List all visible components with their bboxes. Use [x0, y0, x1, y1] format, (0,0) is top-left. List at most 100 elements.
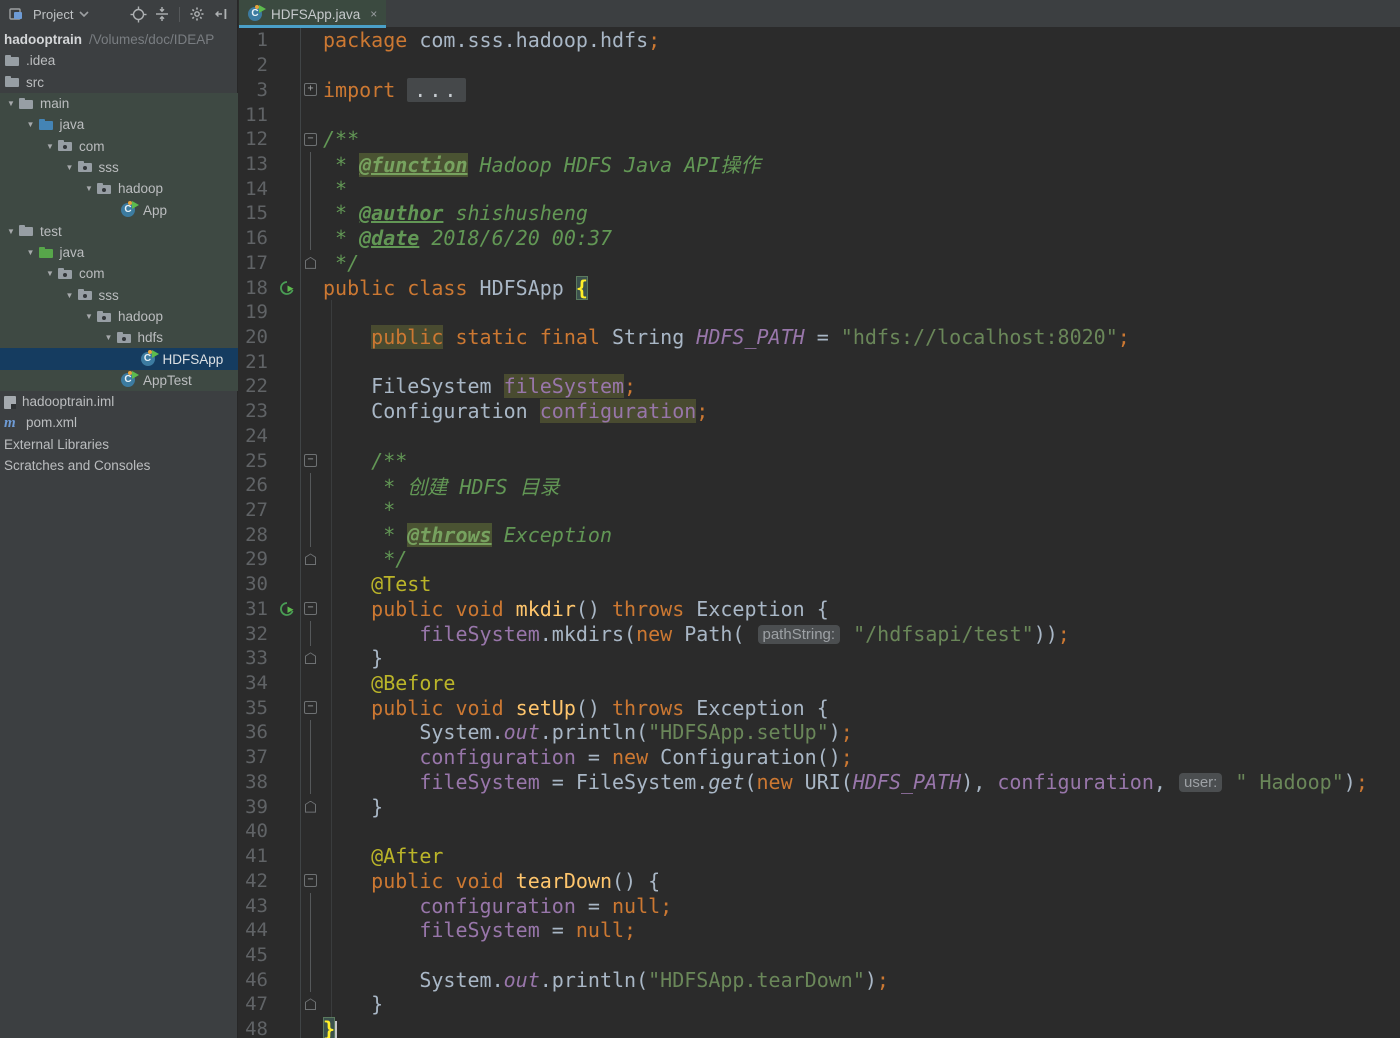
- code-line-44[interactable]: 44 fileSystem = null;: [239, 917, 1400, 943]
- code-line-24[interactable]: 24: [239, 423, 1400, 449]
- tree-item-main[interactable]: ▼ main: [0, 92, 238, 115]
- code-line-20[interactable]: 20 public static final String HDFS_PATH …: [239, 324, 1400, 350]
- code-line-30[interactable]: 30 @Test: [239, 571, 1400, 597]
- tree-item-apptest-class[interactable]: C AppTest: [0, 369, 238, 392]
- fold-end-icon[interactable]: [300, 992, 320, 1017]
- expand-arrow-icon[interactable]: ▼: [82, 306, 96, 327]
- tree-item-test-hadoop[interactable]: ▼ hadoop: [0, 305, 238, 328]
- tree-item-scratches[interactable]: Scratches and Consoles: [0, 455, 238, 476]
- expand-arrow-icon[interactable]: ▼: [63, 285, 77, 306]
- panel-title[interactable]: Project: [33, 7, 73, 22]
- tree-item-test-java[interactable]: ▼ java: [0, 241, 238, 264]
- code-line-13[interactable]: 13 * @function Hadoop HDFS Java API操作: [239, 151, 1400, 178]
- code-line-40[interactable]: 40: [239, 819, 1400, 844]
- tree-item-test[interactable]: ▼ test: [0, 220, 238, 242]
- code-line-25[interactable]: 25 − /**: [239, 448, 1400, 473]
- code-line-46[interactable]: 46 System.out.println("HDFSApp.tearDown"…: [239, 967, 1400, 993]
- tree-item-main-hadoop[interactable]: ▼ hadoop: [0, 178, 238, 200]
- expand-arrow-icon[interactable]: ▼: [43, 136, 57, 157]
- code-line-27[interactable]: 27 *: [239, 497, 1400, 523]
- tree-item-idea[interactable]: .idea: [0, 50, 238, 71]
- tree-item-src[interactable]: src: [0, 72, 238, 93]
- chevron-down-icon[interactable]: [78, 4, 90, 24]
- code-line-17[interactable]: 17 */: [239, 250, 1400, 276]
- fold-end-icon[interactable]: [300, 645, 320, 671]
- code-line-43[interactable]: 43 configuration = null;: [239, 893, 1400, 918]
- tree-item-hadooptrain[interactable]: hadooptrain/Volumes/doc/IDEAP: [0, 29, 238, 50]
- expand-arrow-icon[interactable]: ▼: [102, 327, 116, 348]
- settings-icon[interactable]: [187, 4, 207, 24]
- code-line-23[interactable]: 23 Configuration configuration;: [239, 398, 1400, 424]
- code-line-35[interactable]: 35 − public void setUp() throws Exception…: [239, 695, 1400, 721]
- fold-region-line: [300, 967, 320, 993]
- tree-item-iml-file[interactable]: hadooptrain.iml: [0, 391, 238, 412]
- expand-arrow-icon[interactable]: ▼: [82, 178, 96, 199]
- code-line-28[interactable]: 28 * @throws Exception: [239, 522, 1400, 548]
- code-line-3[interactable]: 3 + import ...: [239, 77, 1400, 103]
- fold-end-icon[interactable]: [300, 547, 320, 572]
- code-line-42[interactable]: 42 − public void tearDown() {: [239, 868, 1400, 894]
- run-test-icon[interactable]: [273, 275, 300, 300]
- expand-arrow-icon[interactable]: ▼: [43, 263, 57, 284]
- code-line-1[interactable]: 1 package com.sss.hadoop.hdfs;: [239, 28, 1400, 53]
- fold-collapse-icon[interactable]: −: [300, 868, 320, 894]
- close-tab-icon[interactable]: ×: [370, 7, 377, 21]
- code-line-37[interactable]: 37 configuration = new Configuration();: [239, 744, 1400, 770]
- code-line-16[interactable]: 16 * @date 2018/6/20 00:37: [239, 225, 1400, 251]
- code-line-41[interactable]: 41 @After: [239, 843, 1400, 869]
- code-line-47[interactable]: 47 }: [239, 992, 1400, 1017]
- line-number: 11: [245, 103, 268, 126]
- tree-item-main-java[interactable]: ▼ java: [0, 114, 238, 136]
- tree-item-test-sss[interactable]: ▼ sss: [0, 284, 238, 306]
- source-root-folder-icon: [38, 117, 54, 133]
- fold-collapse-icon[interactable]: −: [300, 695, 320, 721]
- code-line-22[interactable]: 22 FileSystem fileSystem;: [239, 374, 1400, 399]
- code-line-34[interactable]: 34 @Before: [239, 670, 1400, 696]
- fold-expand-icon[interactable]: +: [300, 77, 320, 103]
- code-line-14[interactable]: 14 *: [239, 176, 1400, 202]
- tree-item-app-class[interactable]: C App: [0, 199, 238, 221]
- tree-item-test-hdfs[interactable]: ▼ hdfs: [0, 327, 238, 349]
- hide-panel-icon[interactable]: [211, 4, 231, 24]
- code-line-45[interactable]: 45: [239, 942, 1400, 968]
- tree-item-hdfsapp-class[interactable]: C HDFSApp: [0, 348, 238, 370]
- code-line-19[interactable]: 19: [239, 299, 1400, 325]
- code-line-33[interactable]: 33 }: [239, 645, 1400, 671]
- code-line-29[interactable]: 29 */: [239, 547, 1400, 572]
- fold-collapse-icon[interactable]: −: [300, 448, 320, 473]
- expand-arrow-icon[interactable]: ▼: [4, 93, 18, 114]
- code-line-2[interactable]: 2: [239, 52, 1400, 78]
- tab-hdfsapp-java[interactable]: C HDFSApp.java ×: [239, 0, 387, 28]
- fold-collapse-icon[interactable]: −: [300, 596, 320, 622]
- project-view-icon[interactable]: [6, 4, 26, 24]
- code-line-18[interactable]: 18 public class HDFSApp {: [239, 275, 1400, 300]
- run-test-icon[interactable]: [273, 597, 300, 622]
- code-line-21[interactable]: 21: [239, 349, 1400, 375]
- code-line-31[interactable]: 31 − public void mkdir() throws Exception…: [239, 596, 1400, 622]
- tree-item-main-sss[interactable]: ▼ sss: [0, 156, 238, 179]
- code-editor[interactable]: 1 package com.sss.hadoop.hdfs; 2 3 + import .…: [239, 28, 1400, 1038]
- code-line-12[interactable]: 12 −/**: [239, 126, 1400, 152]
- code-line-48[interactable]: 48}: [239, 1016, 1400, 1038]
- fold-end-icon[interactable]: [300, 250, 320, 276]
- code-line-36[interactable]: 36 System.out.println("HDFSApp.setUp");: [239, 720, 1400, 745]
- fold-collapse-icon[interactable]: −: [300, 126, 320, 152]
- code-line-39[interactable]: 39 }: [239, 794, 1400, 819]
- expand-arrow-icon[interactable]: ▼: [24, 242, 38, 263]
- tree-item-pom-file[interactable]: m pom.xml: [0, 412, 238, 433]
- tree-item-external-libraries[interactable]: External Libraries: [0, 434, 238, 455]
- locate-icon[interactable]: [128, 4, 148, 24]
- fold-end-icon[interactable]: [300, 794, 320, 819]
- expand-arrow-icon[interactable]: ▼: [4, 221, 18, 242]
- code-line-26[interactable]: 26 * 创建 HDFS 目录: [239, 472, 1400, 499]
- expand-arrow-icon[interactable]: ▼: [63, 157, 77, 178]
- code-line-38[interactable]: 38 fileSystem = FileSystem.get(new URI(H…: [239, 769, 1400, 795]
- line-number: 38: [245, 770, 268, 793]
- tree-item-main-com[interactable]: ▼ com: [0, 135, 238, 157]
- code-line-15[interactable]: 15 * @author shishusheng: [239, 201, 1400, 226]
- expand-arrow-icon[interactable]: ▼: [24, 114, 38, 135]
- tree-item-test-com[interactable]: ▼ com: [0, 263, 238, 285]
- code-line-32[interactable]: 32 fileSystem.mkdirs(new Path( pathStrin…: [239, 621, 1400, 646]
- code-line-11[interactable]: 11: [239, 102, 1400, 127]
- collapse-all-icon[interactable]: [152, 4, 172, 24]
